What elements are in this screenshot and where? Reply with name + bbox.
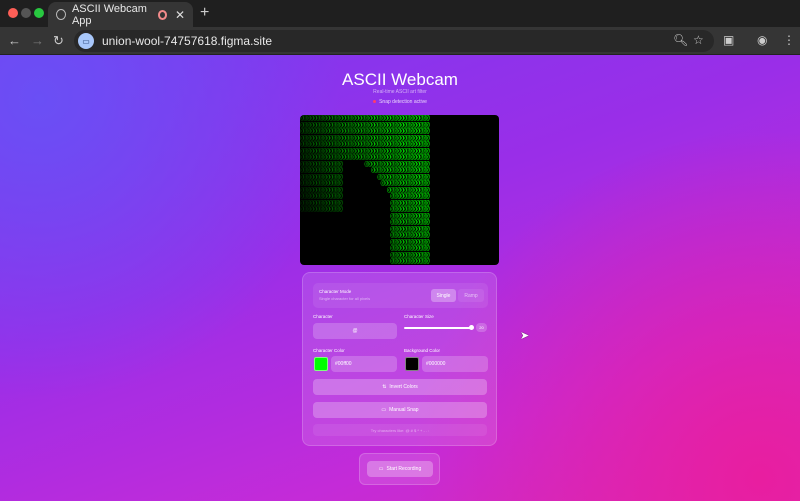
character-mode-section: Character Mode Single character for all … bbox=[313, 283, 488, 308]
invert-icon: ⇅ bbox=[382, 384, 387, 390]
bookmark-star-icon[interactable]: ☆ bbox=[693, 33, 704, 47]
app-page: ASCII Webcam Real-time ASCII art filter … bbox=[0, 55, 800, 501]
site-info-icon[interactable]: ▭ bbox=[78, 33, 94, 49]
snap-label: Manual Snap bbox=[389, 407, 419, 413]
character-input[interactable]: @ bbox=[313, 323, 397, 339]
bg-color-swatch[interactable] bbox=[405, 357, 419, 371]
invert-colors-button[interactable]: ⇅ Invert Colors bbox=[313, 379, 487, 395]
size-value: 20 bbox=[476, 323, 487, 332]
slider-thumb[interactable] bbox=[469, 325, 474, 330]
close-window-button[interactable] bbox=[8, 8, 18, 18]
camera-icon: ▭ bbox=[381, 407, 387, 413]
character-label: Character bbox=[313, 314, 333, 319]
back-icon[interactable]: ← bbox=[8, 33, 21, 48]
recording-indicator-icon bbox=[157, 9, 167, 20]
tab-search-icon[interactable]: ▣ bbox=[723, 33, 734, 47]
browser-tab[interactable]: ASCII Webcam App ✕ bbox=[48, 2, 193, 27]
page-title: ASCII Webcam bbox=[342, 70, 458, 89]
menu-icon[interactable]: ⋮ bbox=[783, 33, 795, 47]
url-bar[interactable]: ▭ union-wool-74757618.figma.site bbox=[74, 30, 714, 52]
ascii-video-preview: @@@@@@@@@@@@@@@@@@@@@@@@@@@@@@@@@@@@@@@@… bbox=[300, 115, 499, 265]
invert-label: Invert Colors bbox=[389, 384, 418, 390]
reload-icon[interactable]: ↻ bbox=[53, 33, 64, 49]
start-recording-button[interactable]: ▭ Start Recording bbox=[367, 461, 433, 477]
size-slider[interactable] bbox=[404, 325, 474, 330]
tab-title: ASCII Webcam App bbox=[71, 2, 147, 27]
address-bar-row: ← → ↻ ▭ union-wool-74757618.figma.site 🔍… bbox=[0, 27, 800, 55]
tip-text: Try characters like: @ # $ * + - . : bbox=[313, 424, 487, 436]
mouse-cursor-icon: ➤ bbox=[520, 330, 530, 342]
new-tab-button[interactable]: + bbox=[200, 4, 209, 22]
maximize-window-button[interactable] bbox=[34, 8, 44, 18]
record-label: Start Recording bbox=[386, 466, 422, 472]
bg-color-label: Background Color bbox=[404, 348, 441, 353]
mode-description: Single character for all pixels bbox=[319, 296, 371, 301]
ascii-output: @@@@@@@@@@@@@@@@@@@@@@@@@@@@@@@@@@@@@@@@… bbox=[300, 115, 430, 265]
controls-panel: Character Mode Single character for all … bbox=[302, 272, 497, 446]
char-color-label: Character Color bbox=[313, 348, 345, 353]
size-label: Character Size bbox=[404, 314, 434, 319]
minimize-window-button[interactable] bbox=[21, 8, 31, 18]
char-color-swatch[interactable] bbox=[314, 357, 328, 371]
status-text: Snap detection active bbox=[379, 99, 427, 105]
char-color-input[interactable]: #00ff00 bbox=[331, 356, 397, 372]
url-text: union-wool-74757618.figma.site bbox=[102, 34, 273, 48]
snap-status: Snap detection active bbox=[0, 99, 800, 105]
profile-icon[interactable]: ◉ bbox=[757, 33, 767, 47]
manual-snap-button[interactable]: ▭ Manual Snap bbox=[313, 402, 487, 418]
mode-ramp-button[interactable]: Ramp bbox=[458, 289, 484, 302]
globe-icon bbox=[56, 9, 66, 20]
page-subtitle: Real-time ASCII art filter bbox=[373, 89, 427, 95]
zoom-icon[interactable]: 🔍︎ bbox=[673, 33, 688, 47]
mode-single-button[interactable]: Single bbox=[431, 289, 456, 302]
video-icon: ▭ bbox=[378, 466, 384, 472]
tab-bar: ASCII Webcam App ✕ + bbox=[0, 0, 800, 27]
close-tab-icon[interactable]: ✕ bbox=[175, 8, 185, 22]
forward-icon[interactable]: → bbox=[31, 33, 44, 48]
recording-panel: ▭ Start Recording bbox=[359, 453, 440, 485]
mode-label: Character Mode bbox=[319, 289, 352, 294]
bg-color-input[interactable]: #000000 bbox=[422, 356, 488, 372]
status-dot-icon bbox=[373, 100, 377, 104]
